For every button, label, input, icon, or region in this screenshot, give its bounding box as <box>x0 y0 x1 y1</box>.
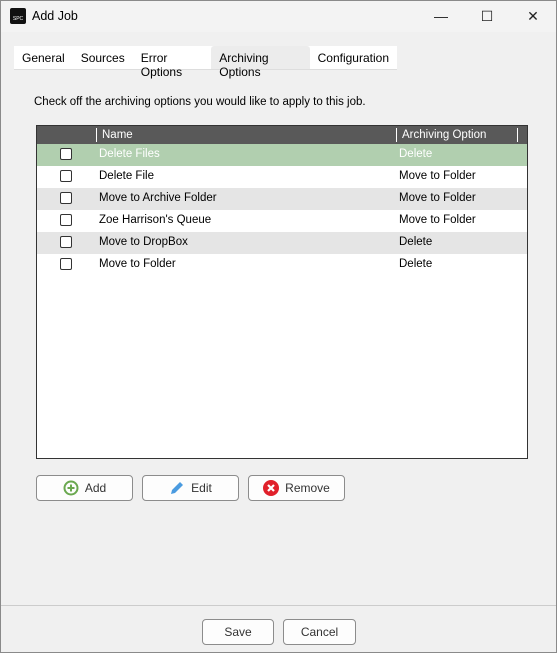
row-name: Move to Folder <box>99 258 176 270</box>
app-icon: SPC <box>10 8 26 24</box>
tab-archiving-options[interactable]: Archiving Options <box>211 46 310 79</box>
minimize-button[interactable]: — <box>426 5 456 27</box>
remove-x-circle-icon <box>263 480 280 496</box>
row-name: Move to Archive Folder <box>99 192 217 204</box>
row-archiving-option: Move to Folder <box>399 214 476 226</box>
edit-label: Edit <box>191 481 212 495</box>
row-name: Zoe Harrison's Queue <box>99 214 212 226</box>
row-archiving-option: Delete <box>399 258 433 270</box>
remove-label: Remove <box>285 481 330 495</box>
column-header-name[interactable]: Name <box>96 128 396 142</box>
table-row[interactable]: Move to DropBox Delete <box>37 232 527 254</box>
plus-circle-icon <box>63 480 79 496</box>
tab-error-options[interactable]: Error Options <box>133 46 212 79</box>
add-button[interactable]: Add <box>36 475 133 501</box>
row-checkbox[interactable] <box>60 170 72 182</box>
row-checkbox[interactable] <box>60 148 72 160</box>
save-button[interactable]: Save <box>202 619 274 645</box>
instructions-text: Check off the archiving options you woul… <box>34 96 366 108</box>
pencil-icon <box>171 482 184 494</box>
row-name: Delete Files <box>99 148 160 160</box>
row-archiving-option: Move to Folder <box>399 192 476 204</box>
archiving-options-grid: Name Archiving Option Delete Files Delete… <box>36 125 528 459</box>
column-header-archiving-option[interactable]: Archiving Option <box>396 128 518 142</box>
table-row[interactable]: Zoe Harrison's Queue Move to Folder <box>37 210 527 232</box>
close-button[interactable]: ✕ <box>518 5 548 27</box>
row-name: Delete File <box>99 170 154 182</box>
add-job-window: SPC Add Job — ☐ ✕ General Sources Error … <box>0 0 557 653</box>
row-archiving-option: Delete <box>399 148 433 160</box>
edit-button[interactable]: Edit <box>142 475 239 501</box>
table-row[interactable]: Delete File Move to Folder <box>37 166 527 188</box>
footer-divider <box>1 605 556 606</box>
tab-general[interactable]: General <box>14 46 73 69</box>
table-row[interactable]: Move to Folder Delete <box>37 254 527 276</box>
row-checkbox[interactable] <box>60 214 72 226</box>
tab-configuration[interactable]: Configuration <box>310 46 397 69</box>
tab-sources[interactable]: Sources <box>73 46 133 69</box>
window-title: Add Job <box>32 9 78 23</box>
row-archiving-option: Move to Folder <box>399 170 476 182</box>
row-checkbox[interactable] <box>60 258 72 270</box>
remove-button[interactable]: Remove <box>248 475 345 501</box>
row-name: Move to DropBox <box>99 236 188 248</box>
table-row[interactable]: Delete Files Delete <box>37 144 527 166</box>
grid-header: Name Archiving Option <box>37 126 527 144</box>
tab-strip: General Sources Error Options Archiving … <box>14 46 397 79</box>
table-row[interactable]: Move to Archive Folder Move to Folder <box>37 188 527 210</box>
row-checkbox[interactable] <box>60 192 72 204</box>
cancel-button[interactable]: Cancel <box>283 619 356 645</box>
row-checkbox[interactable] <box>60 236 72 248</box>
add-label: Add <box>84 481 107 495</box>
row-archiving-option: Delete <box>399 236 433 248</box>
maximize-button[interactable]: ☐ <box>472 5 502 27</box>
title-bar: SPC Add Job — ☐ ✕ <box>1 1 556 32</box>
